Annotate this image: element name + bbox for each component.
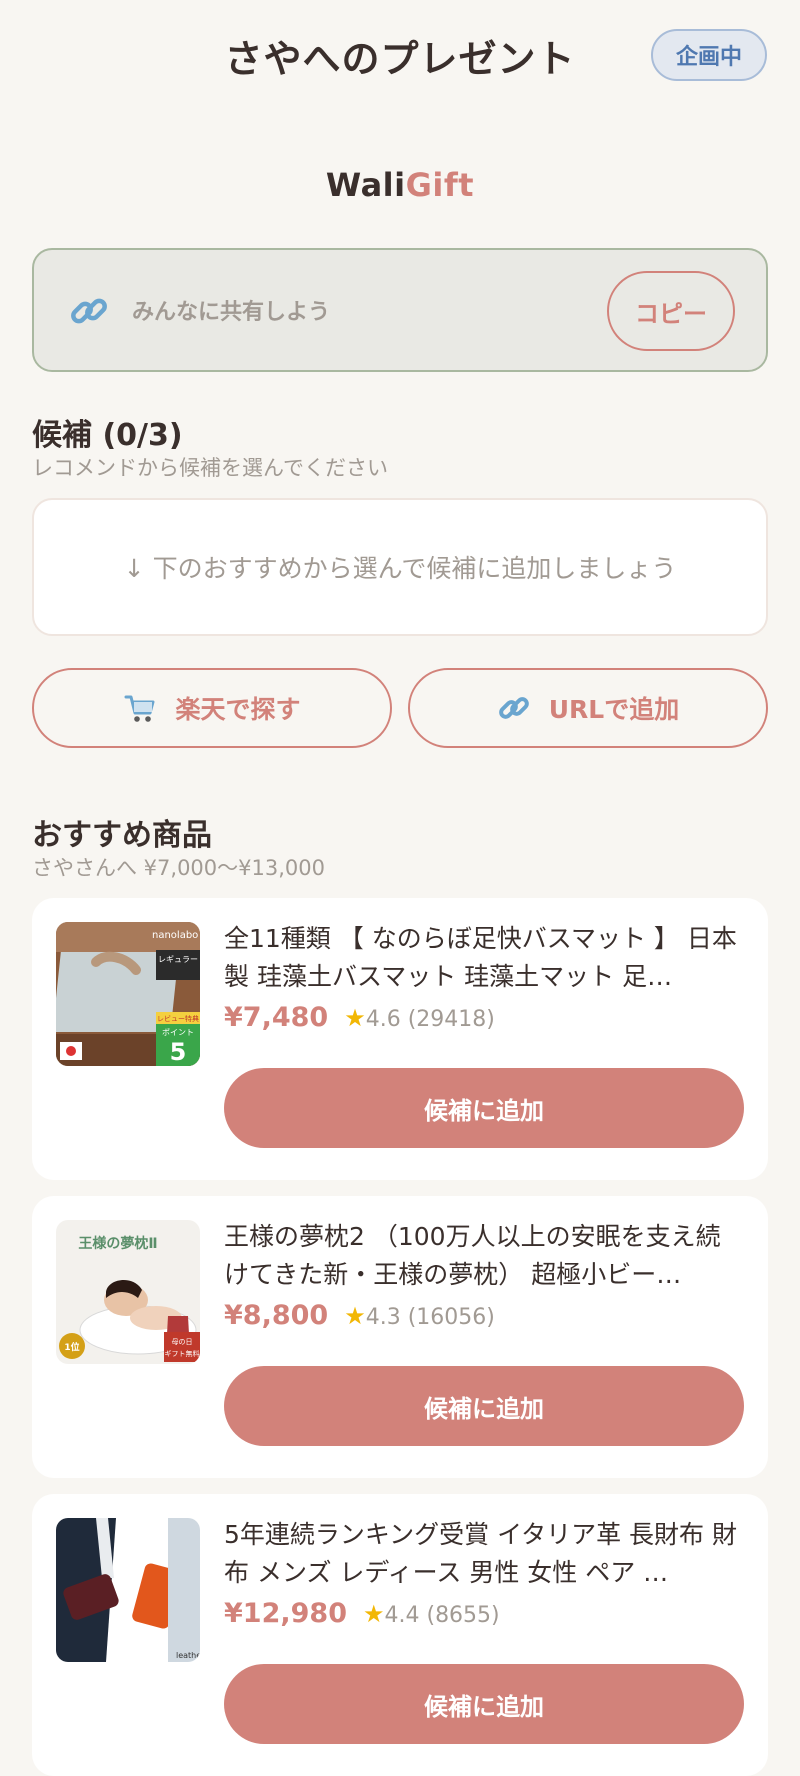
product-name[interactable]: 王様の夢枕2 （100万人以上の安眠を支え続けてきた新・王様の夢枕） 超極小ビー…	[224, 1218, 744, 1294]
product-rating: ★4.4 (8655)	[363, 1600, 500, 1628]
bath-mat-image: レギュラー レビュー特典 ポイント 5 nanolabo	[56, 922, 200, 1066]
product-price: ¥8,800	[224, 1300, 329, 1331]
app-page: さやへのプレゼント 企画中 WaliGift みんなに共有しよう コピー 候補 …	[0, 0, 800, 1776]
product-meta: ¥7,480 ★4.6 (29418)	[224, 1002, 495, 1033]
product-rating-value: 4.3 (16056)	[365, 1305, 495, 1330]
product-card: レギュラー レビュー特典 ポイント 5 nanolabo 全11種類 【 なのら…	[32, 898, 768, 1180]
add-candidate-button[interactable]: 候補に追加	[224, 1068, 744, 1148]
product-price: ¥7,480	[224, 1002, 329, 1033]
status-badge: 企画中	[651, 29, 767, 81]
copy-button[interactable]: コピー	[607, 271, 735, 351]
star-icon: ★	[344, 1004, 366, 1032]
logo-text-wali: Wali	[325, 166, 406, 204]
star-icon: ★	[362, 1600, 385, 1628]
thumb-brand-text: nanolabo	[152, 930, 198, 941]
product-rating: ★4.6 (29418)	[344, 1004, 495, 1032]
product-rating: ★4.3 (16056)	[344, 1302, 495, 1330]
wallet-image: leather	[56, 1518, 200, 1662]
thumb-badge-point: ポイント	[162, 1028, 194, 1037]
product-price: ¥12,980	[224, 1598, 347, 1629]
product-rating-value: 4.6 (29418)	[365, 1007, 495, 1032]
thumb-mothers-day: 母の日	[172, 1338, 193, 1346]
share-text: みんなに共有しよう	[132, 300, 331, 325]
cart-icon	[124, 695, 155, 722]
thumb-badge-point-value: 5	[170, 1038, 187, 1066]
search-rakuten-button[interactable]: 楽天で探す	[32, 668, 392, 748]
pillow-image: 王様の夢枕Ⅱ 1位 母の日 ギフト無料	[56, 1220, 200, 1364]
thumb-gift-free: ギフト無料	[165, 1349, 200, 1358]
product-image[interactable]: leather	[56, 1518, 200, 1662]
product-image[interactable]: レギュラー レビュー特典 ポイント 5 nanolabo	[56, 922, 200, 1066]
product-card: 王様の夢枕Ⅱ 1位 母の日 ギフト無料 王様の夢枕2 （100万人以上の安眠を支…	[32, 1196, 768, 1478]
product-card: leather 5年連続ランキング受賞 イタリア革 長財布 財布 メンズ レディ…	[32, 1494, 768, 1776]
add-candidate-button[interactable]: 候補に追加	[224, 1664, 744, 1744]
product-name[interactable]: 全11種類 【 なのらぼ足快バスマット 】 日本製 珪藻土バスマット 珪藻土マッ…	[224, 920, 744, 996]
product-image[interactable]: 王様の夢枕Ⅱ 1位 母の日 ギフト無料	[56, 1220, 200, 1364]
add-by-url-button[interactable]: URLで追加	[408, 668, 768, 748]
search-rakuten-label: 楽天で探す	[175, 695, 301, 724]
thumb-title-text: 王様の夢枕Ⅱ	[78, 1235, 157, 1252]
waligift-logo: WaliGift	[0, 166, 800, 204]
star-icon: ★	[344, 1302, 366, 1330]
thumb-badge-regular: レギュラー	[158, 955, 198, 964]
recommend-title: おすすめ商品	[32, 818, 212, 853]
logo-text-gift: Gift	[405, 166, 475, 204]
product-rating-value: 4.4 (8655)	[384, 1603, 500, 1628]
product-meta: ¥8,800 ★4.3 (16056)	[224, 1300, 495, 1331]
candidates-empty-message: ↓ 下のおすすめから選んで候補に追加しましょう	[123, 554, 677, 583]
add-by-url-label: URLで追加	[548, 695, 680, 724]
add-candidate-button[interactable]: 候補に追加	[224, 1366, 744, 1446]
product-meta: ¥12,980 ★4.4 (8655)	[224, 1598, 500, 1629]
candidates-subtitle: レコメンドから候補を選んでください	[32, 456, 388, 480]
product-name[interactable]: 5年連続ランキング受賞 イタリア革 長財布 財布 メンズ レディース 男性 女性…	[224, 1516, 744, 1592]
thumb-rank-badge: 1位	[64, 1341, 79, 1353]
candidates-title: 候補 (0/3)	[32, 418, 183, 453]
link-icon	[71, 298, 107, 324]
thumb-badge-review: レビュー特典	[157, 1014, 199, 1023]
header: さやへのプレゼント 企画中	[0, 0, 800, 110]
recommend-subtitle: さやさんへ ¥7,000〜¥13,000	[32, 856, 325, 880]
candidates-empty-box: ↓ 下のおすすめから選んで候補に追加しましょう	[32, 498, 768, 636]
link-icon	[498, 697, 529, 719]
share-box: みんなに共有しよう コピー	[32, 248, 768, 372]
thumb-brand-text: leather	[176, 1651, 200, 1660]
